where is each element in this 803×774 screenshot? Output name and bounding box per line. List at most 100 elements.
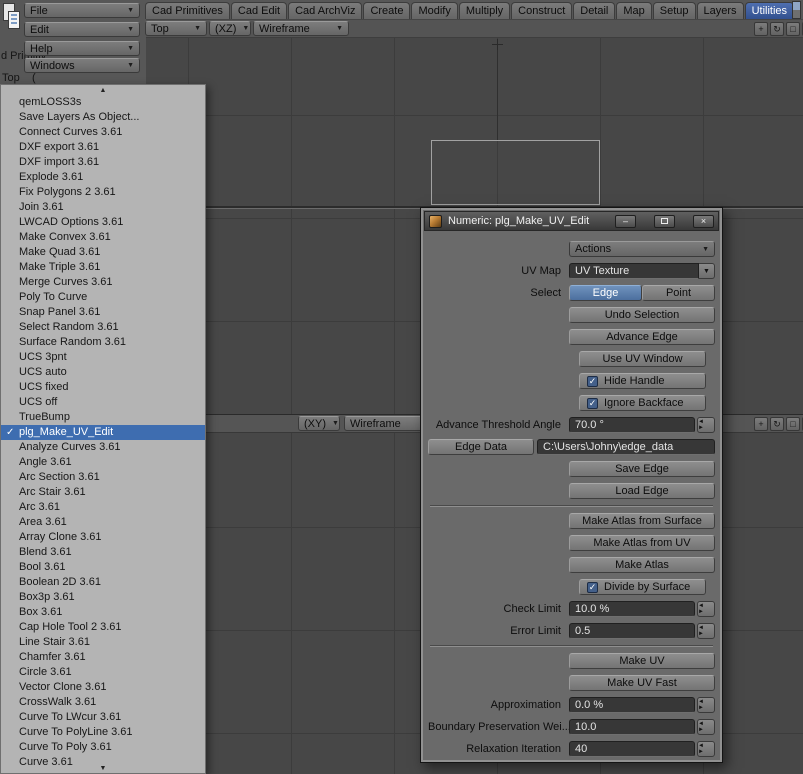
plugin-menu-item[interactable]: Fix Polygons 2 3.61 bbox=[1, 185, 205, 200]
tab[interactable]: Create bbox=[363, 2, 410, 19]
plugin-menu-item[interactable]: Chamfer 3.61 bbox=[1, 650, 205, 665]
plugin-menu-item[interactable]: Make Convex 3.61 bbox=[1, 230, 205, 245]
stepper-arrows-icon[interactable]: ◄ ► bbox=[697, 601, 715, 617]
boundary-preservation-field[interactable]: 10.0 bbox=[569, 719, 695, 735]
scroll-up-icon[interactable]: ▲ bbox=[1, 85, 205, 95]
plugin-menu-item[interactable]: UCS 3pnt bbox=[1, 350, 205, 365]
error-limit-field[interactable]: 0.5 bbox=[569, 623, 695, 639]
edit-menu-button[interactable]: Edit ▼ bbox=[24, 22, 140, 37]
undo-selection-button[interactable]: Undo Selection bbox=[569, 307, 715, 323]
save-edge-button[interactable]: Save Edge bbox=[569, 461, 715, 477]
edge-data-button[interactable]: Edge Data bbox=[428, 439, 534, 455]
select-point-button[interactable]: Point bbox=[642, 285, 715, 301]
stepper-arrows-icon[interactable]: ◄ ► bbox=[697, 697, 715, 713]
plugin-menu-item[interactable]: Arc Stair 3.61 bbox=[1, 485, 205, 500]
actions-dropdown[interactable]: Actions ▼ bbox=[569, 241, 715, 257]
advance-edge-button[interactable]: Advance Edge bbox=[569, 329, 715, 345]
plugin-menu-item[interactable]: Arc 3.61 bbox=[1, 500, 205, 515]
plugin-menu-item[interactable]: Make Quad 3.61 bbox=[1, 245, 205, 260]
plugin-menu-item[interactable]: UCS auto bbox=[1, 365, 205, 380]
plugin-menu-item[interactable]: Join 3.61 bbox=[1, 200, 205, 215]
plugin-menu-item[interactable]: Curve To Poly 3.61 bbox=[1, 740, 205, 755]
tab[interactable]: Map bbox=[616, 2, 651, 19]
plugin-menu-item[interactable]: Vector Clone 3.61 bbox=[1, 680, 205, 695]
plugin-menu-item[interactable]: Surface Random 3.61 bbox=[1, 335, 205, 350]
maximize-button[interactable] bbox=[654, 215, 675, 228]
viewport-shading-dropdown[interactable]: Wireframe ▼ bbox=[253, 21, 349, 36]
plugin-menu-item[interactable]: Blend 3.61 bbox=[1, 545, 205, 560]
make-atlas-from-surface-button[interactable]: Make Atlas from Surface bbox=[569, 513, 715, 529]
plugin-menu-item[interactable]: Circle 3.61 bbox=[1, 665, 205, 680]
ignore-backface-checkbox[interactable]: ✓ Ignore Backface bbox=[579, 395, 706, 411]
scroll-down-icon[interactable]: ▼ bbox=[1, 764, 205, 773]
pan-icon[interactable]: + bbox=[754, 417, 768, 431]
edge-data-path-field[interactable]: C:\Users\Johny\edge_data bbox=[537, 439, 715, 455]
tab[interactable]: Cad ArchViz bbox=[288, 2, 362, 19]
use-uv-window-button[interactable]: Use UV Window bbox=[579, 351, 706, 367]
advance-threshold-angle-field[interactable]: 70.0 ° bbox=[569, 417, 695, 433]
help-menu-button[interactable]: Help ▼ bbox=[24, 41, 140, 56]
make-atlas-button[interactable]: Make Atlas bbox=[569, 557, 715, 573]
windows-menu-button[interactable]: Windows ▼ bbox=[24, 58, 140, 73]
tab[interactable]: Modify bbox=[411, 2, 457, 19]
tab[interactable]: Construct bbox=[511, 2, 572, 19]
hide-handle-checkbox[interactable]: ✓ Hide Handle bbox=[579, 373, 706, 389]
rotate-icon[interactable]: ↻ bbox=[770, 417, 784, 431]
make-uv-button[interactable]: Make UV bbox=[569, 653, 715, 669]
plugin-menu-item[interactable]: Snap Panel 3.61 bbox=[1, 305, 205, 320]
clipboard-icon[interactable] bbox=[3, 2, 22, 31]
plugin-menu-item[interactable]: Arc Section 3.61 bbox=[1, 470, 205, 485]
plugin-menu-item[interactable]: UCS fixed bbox=[1, 380, 205, 395]
load-edge-button[interactable]: Load Edge bbox=[569, 483, 715, 499]
plugin-menu-item[interactable]: DXF import 3.61 bbox=[1, 155, 205, 170]
divide-by-surface-checkbox[interactable]: ✓ Divide by Surface bbox=[579, 579, 706, 595]
plugin-menu-item[interactable]: LWCAD Options 3.61 bbox=[1, 215, 205, 230]
plugin-menu-item[interactable]: Poly To Curve bbox=[1, 290, 205, 305]
plugin-menu-item[interactable]: Save Layers As Object... bbox=[1, 110, 205, 125]
plugin-menu-item[interactable]: Explode 3.61 bbox=[1, 170, 205, 185]
stepper-arrows-icon[interactable]: ◄ ► bbox=[697, 417, 715, 433]
zoom-icon[interactable]: □ bbox=[786, 22, 800, 36]
plugin-menu-item[interactable]: UCS off bbox=[1, 395, 205, 410]
zoom-icon[interactable]: □ bbox=[786, 417, 800, 431]
uv-map-value[interactable]: UV Texture bbox=[569, 263, 699, 279]
select-edge-button[interactable]: Edge bbox=[569, 285, 642, 301]
viewport-projection-dropdown[interactable]: (XY) ▼ bbox=[298, 416, 340, 431]
plugin-menu-item[interactable]: Connect Curves 3.61 bbox=[1, 125, 205, 140]
plugin-menu-item[interactable]: Curve To LWcur 3.61 bbox=[1, 710, 205, 725]
dialog-title-bar[interactable]: Numeric: plg_Make_UV_Edit – × bbox=[424, 211, 719, 231]
plugin-menu-item[interactable]: Angle 3.61 bbox=[1, 455, 205, 470]
plugin-menu-item[interactable]: DXF export 3.61 bbox=[1, 140, 205, 155]
relaxation-iteration-field[interactable]: 40 bbox=[569, 741, 695, 757]
make-uv-fast-button[interactable]: Make UV Fast bbox=[569, 675, 715, 691]
plugin-menu-item[interactable]: Bool 3.61 bbox=[1, 560, 205, 575]
stepper-arrows-icon[interactable]: ◄ ► bbox=[697, 623, 715, 639]
tab[interactable]: Setup bbox=[653, 2, 696, 19]
plugin-menu-item[interactable]: CrossWalk 3.61 bbox=[1, 695, 205, 710]
plugin-menu-item[interactable]: Box3p 3.61 bbox=[1, 590, 205, 605]
plugin-menu-item[interactable]: Area 3.61 bbox=[1, 515, 205, 530]
tab[interactable]: Detail bbox=[573, 2, 615, 19]
tab[interactable]: Utilities bbox=[745, 2, 794, 19]
tab[interactable]: Multiply bbox=[459, 2, 510, 19]
pan-icon[interactable]: + bbox=[754, 22, 768, 36]
plugin-menu-item[interactable]: Cap Hole Tool 2 3.61 bbox=[1, 620, 205, 635]
plugin-menu-item[interactable]: qemLOSS3s bbox=[1, 95, 205, 110]
minimize-button[interactable]: – bbox=[615, 215, 636, 228]
file-menu-button[interactable]: File ▼ bbox=[24, 3, 140, 18]
stepper-arrows-icon[interactable]: ◄ ► bbox=[697, 719, 715, 735]
plugin-menu-item[interactable]: TrueBump bbox=[1, 410, 205, 425]
viewport-view-dropdown[interactable]: Top ▼ bbox=[145, 21, 207, 36]
rotate-icon[interactable]: ↻ bbox=[770, 22, 784, 36]
plugin-menu-item[interactable]: plg_Make_UV_Edit bbox=[1, 425, 205, 440]
plugin-menu-item[interactable]: Curve To PolyLine 3.61 bbox=[1, 725, 205, 740]
stepper-arrows-icon[interactable]: ◄ ► bbox=[697, 741, 715, 757]
uv-map-dropdown-button[interactable]: ▼ bbox=[699, 263, 715, 279]
tab[interactable]: Cad Primitives bbox=[145, 2, 230, 19]
close-button[interactable]: × bbox=[693, 215, 714, 228]
plugin-menu-item[interactable]: Merge Curves 3.61 bbox=[1, 275, 205, 290]
plugin-menu-item[interactable]: Box 3.61 bbox=[1, 605, 205, 620]
viewport-projection-dropdown[interactable]: (XZ) ▼ bbox=[209, 21, 251, 36]
make-atlas-from-uv-button[interactable]: Make Atlas from UV bbox=[569, 535, 715, 551]
plugin-menu-item[interactable]: Make Triple 3.61 bbox=[1, 260, 205, 275]
